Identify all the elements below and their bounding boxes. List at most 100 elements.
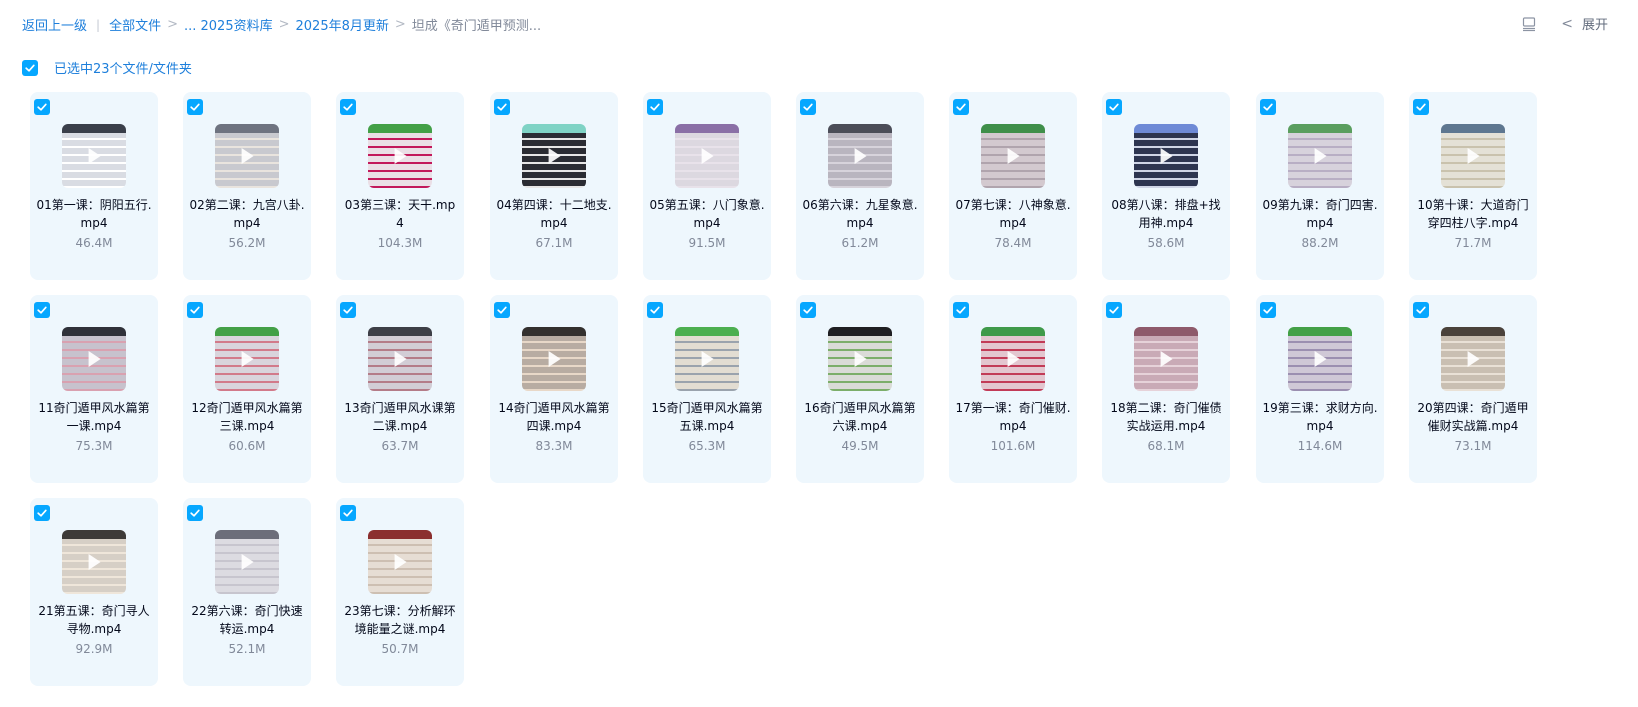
file-checkbox[interactable]: [1106, 99, 1122, 115]
file-checkbox[interactable]: [187, 302, 203, 318]
file-name[interactable]: 22第六课：奇门快速转运.mp4: [189, 602, 305, 638]
file-card[interactable]: 19第三课：求财方向.mp4 114.6M: [1256, 295, 1384, 483]
file-name[interactable]: 05第五课：八门象意.mp4: [649, 196, 765, 232]
video-thumbnail[interactable]: [1288, 327, 1352, 391]
video-thumbnail[interactable]: [215, 327, 279, 391]
file-checkbox[interactable]: [647, 302, 663, 318]
file-name[interactable]: 12奇门遁甲风水篇第三课.mp4: [189, 399, 305, 435]
file-card[interactable]: 10第十课：大道奇门穿四柱八字.mp4 71.7M: [1409, 92, 1537, 280]
file-checkbox[interactable]: [494, 302, 510, 318]
file-card[interactable]: 12奇门遁甲风水篇第三课.mp4 60.6M: [183, 295, 311, 483]
file-name[interactable]: 14奇门遁甲风水篇第四课.mp4: [496, 399, 612, 435]
file-name[interactable]: 18第二课：奇门催债实战运用.mp4: [1108, 399, 1224, 435]
file-name[interactable]: 15奇门遁甲风水篇第五课.mp4: [649, 399, 765, 435]
file-card[interactable]: 20第四课：奇门遁甲催财实战篇.mp4 73.1M: [1409, 295, 1537, 483]
file-card[interactable]: 09第九课：奇门四害.mp4 88.2M: [1256, 92, 1384, 280]
file-name[interactable]: 02第二课：九宫八卦.mp4: [189, 196, 305, 232]
file-name[interactable]: 19第三课：求财方向.mp4: [1262, 399, 1378, 435]
file-name[interactable]: 20第四课：奇门遁甲催财实战篇.mp4: [1415, 399, 1531, 435]
breadcrumb-august-update[interactable]: 2025年8月更新: [296, 15, 389, 34]
file-name[interactable]: 10第十课：大道奇门穿四柱八字.mp4: [1415, 196, 1531, 232]
file-checkbox[interactable]: [1260, 99, 1276, 115]
video-thumbnail[interactable]: [368, 530, 432, 594]
video-thumbnail[interactable]: [828, 124, 892, 188]
file-checkbox[interactable]: [953, 302, 969, 318]
file-card[interactable]: 06第六课：九星象意.mp4 61.2M: [796, 92, 924, 280]
file-checkbox[interactable]: [647, 99, 663, 115]
list-view-icon[interactable]: [1521, 16, 1537, 32]
file-checkbox[interactable]: [340, 505, 356, 521]
file-card[interactable]: 15奇门遁甲风水篇第五课.mp4 65.3M: [643, 295, 771, 483]
video-thumbnail[interactable]: [675, 124, 739, 188]
video-thumbnail[interactable]: [522, 327, 586, 391]
file-name[interactable]: 06第六课：九星象意.mp4: [802, 196, 918, 232]
file-checkbox[interactable]: [494, 99, 510, 115]
video-thumbnail[interactable]: [1134, 124, 1198, 188]
expand-button[interactable]: < 展开: [1561, 14, 1608, 34]
file-card[interactable]: 07第七课：八神象意.mp4 78.4M: [949, 92, 1077, 280]
breadcrumb-library[interactable]: ... 2025资料库: [184, 15, 273, 34]
video-thumbnail[interactable]: [368, 327, 432, 391]
video-thumbnail[interactable]: [1441, 124, 1505, 188]
back-link[interactable]: 返回上一级: [22, 15, 87, 34]
file-card[interactable]: 23第七课：分析解环境能量之谜.mp4 50.7M: [336, 498, 464, 686]
file-checkbox[interactable]: [1106, 302, 1122, 318]
video-thumbnail[interactable]: [1134, 327, 1198, 391]
file-checkbox[interactable]: [34, 302, 50, 318]
video-thumbnail[interactable]: [62, 530, 126, 594]
file-checkbox[interactable]: [34, 505, 50, 521]
file-checkbox[interactable]: [187, 505, 203, 521]
video-thumbnail[interactable]: [368, 124, 432, 188]
file-checkbox[interactable]: [1413, 302, 1429, 318]
file-checkbox[interactable]: [187, 99, 203, 115]
file-card[interactable]: 17第一课：奇门催财.mp4 101.6M: [949, 295, 1077, 483]
file-card[interactable]: 04第四课：十二地支.mp4 67.1M: [490, 92, 618, 280]
file-name[interactable]: 08第八课：排盘+找用神.mp4: [1108, 196, 1224, 232]
file-checkbox[interactable]: [800, 302, 816, 318]
file-card[interactable]: 08第八课：排盘+找用神.mp4 58.6M: [1102, 92, 1230, 280]
file-checkbox[interactable]: [953, 99, 969, 115]
video-thumbnail[interactable]: [675, 327, 739, 391]
file-size: 50.7M: [381, 642, 419, 656]
file-name[interactable]: 17第一课：奇门催财.mp4: [955, 399, 1071, 435]
file-name[interactable]: 01第一课：阴阳五行.mp4: [36, 196, 152, 232]
file-checkbox[interactable]: [340, 302, 356, 318]
video-thumbnail[interactable]: [215, 124, 279, 188]
select-all-checkbox[interactable]: [22, 59, 38, 76]
file-card[interactable]: 16奇门遁甲风水篇第六课.mp4 49.5M: [796, 295, 924, 483]
video-thumbnail[interactable]: [62, 124, 126, 188]
file-checkbox[interactable]: [340, 99, 356, 115]
file-card[interactable]: 22第六课：奇门快速转运.mp4 52.1M: [183, 498, 311, 686]
file-name[interactable]: 09第九课：奇门四害.mp4: [1262, 196, 1378, 232]
file-card[interactable]: 21第五课：奇门寻人寻物.mp4 92.9M: [30, 498, 158, 686]
file-name[interactable]: 11奇门遁甲风水篇第一课.mp4: [36, 399, 152, 435]
file-card[interactable]: 18第二课：奇门催债实战运用.mp4 68.1M: [1102, 295, 1230, 483]
file-checkbox[interactable]: [1260, 302, 1276, 318]
file-card[interactable]: 05第五课：八门象意.mp4 91.5M: [643, 92, 771, 280]
video-thumbnail[interactable]: [1288, 124, 1352, 188]
file-checkbox[interactable]: [34, 99, 50, 115]
video-thumbnail[interactable]: [522, 124, 586, 188]
file-name[interactable]: 23第七课：分析解环境能量之谜.mp4: [342, 602, 458, 638]
file-card[interactable]: 13奇门遁甲风水课第二课.mp4 63.7M: [336, 295, 464, 483]
file-name[interactable]: 07第七课：八神象意.mp4: [955, 196, 1071, 232]
file-card[interactable]: 14奇门遁甲风水篇第四课.mp4 83.3M: [490, 295, 618, 483]
video-thumbnail[interactable]: [215, 530, 279, 594]
file-card[interactable]: 02第二课：九宫八卦.mp4 56.2M: [183, 92, 311, 280]
file-name[interactable]: 21第五课：奇门寻人寻物.mp4: [36, 602, 152, 638]
file-name[interactable]: 13奇门遁甲风水课第二课.mp4: [342, 399, 458, 435]
file-name[interactable]: 04第四课：十二地支.mp4: [496, 196, 612, 232]
file-name[interactable]: 03第三课：天干.mp4: [342, 196, 458, 232]
file-checkbox[interactable]: [1413, 99, 1429, 115]
video-thumbnail[interactable]: [981, 124, 1045, 188]
video-thumbnail[interactable]: [981, 327, 1045, 391]
video-thumbnail[interactable]: [62, 327, 126, 391]
file-name[interactable]: 16奇门遁甲风水篇第六课.mp4: [802, 399, 918, 435]
file-card[interactable]: 11奇门遁甲风水篇第一课.mp4 75.3M: [30, 295, 158, 483]
file-checkbox[interactable]: [800, 99, 816, 115]
breadcrumb-all-files[interactable]: 全部文件: [109, 15, 161, 34]
video-thumbnail[interactable]: [828, 327, 892, 391]
file-card[interactable]: 03第三课：天干.mp4 104.3M: [336, 92, 464, 280]
file-card[interactable]: 01第一课：阴阳五行.mp4 46.4M: [30, 92, 158, 280]
video-thumbnail[interactable]: [1441, 327, 1505, 391]
